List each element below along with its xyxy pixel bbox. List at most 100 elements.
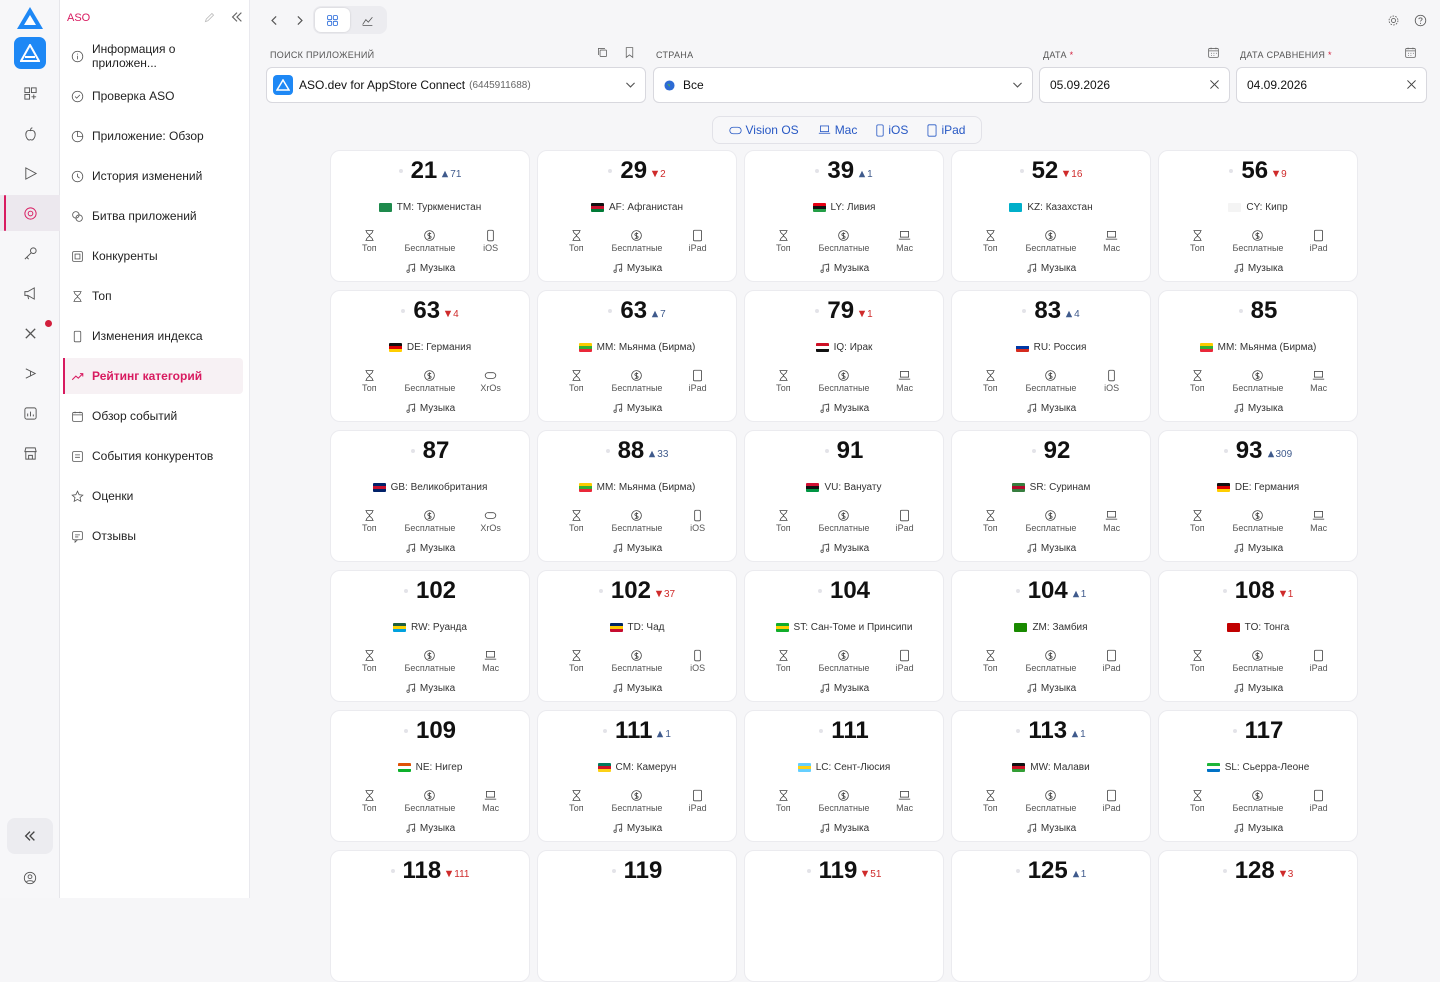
ranking-card[interactable]: 111 1 CM: Камерун Топ Бесплатные iPad Музы…: [537, 710, 737, 842]
xcode-icon[interactable]: [0, 355, 60, 391]
card-meta: Топ Бесплатные Mac: [952, 229, 1150, 253]
play-store-icon[interactable]: [0, 155, 60, 191]
ranking-card[interactable]: 118 111: [330, 850, 530, 982]
ranking-card[interactable]: 108 1 TO: Тонга Топ Бесплатные iPad Музыка: [1158, 570, 1358, 702]
ranking-card[interactable]: 93 309 DE: Германия Топ Бесплатные Mac Муз…: [1158, 430, 1358, 562]
arrow-down-icon: [444, 310, 452, 318]
ranking-card[interactable]: 91 VU: Вануату Топ Бесплатные iPad Музыка: [744, 430, 944, 562]
clear-compare-date-icon[interactable]: [1405, 78, 1418, 94]
ranking-card[interactable]: 109 NE: Нигер Топ Бесплатные Mac Музыка: [330, 710, 530, 842]
collapse-rail-button[interactable]: [7, 818, 53, 854]
ranking-card[interactable]: 63 4 DE: Германия Топ Бесплатные XrOs Музы…: [330, 290, 530, 422]
trend-icon: [71, 372, 84, 380]
ranking-card[interactable]: 111 LC: Сент-Люсия Топ Бесплатные Mac Муз…: [744, 710, 944, 842]
ranking-card[interactable]: 85 MM: Мьянма (Бирма) Топ Бесплатные Mac …: [1158, 290, 1358, 422]
bookmark-icon[interactable]: [623, 46, 636, 64]
back-button[interactable]: [264, 10, 284, 30]
app-select[interactable]: ASO.dev for AppStore Connect (6445911688…: [266, 67, 646, 103]
ranking-card[interactable]: 87 GB: Великобритания Топ Бесплатные XrOs…: [330, 430, 530, 562]
date-input[interactable]: 05.09.2026: [1039, 67, 1230, 103]
tablet-icon: [693, 229, 703, 242]
ranking-card[interactable]: 39 1 LY: Ливия Топ Бесплатные Mac Музыка: [744, 150, 944, 282]
country-label: ST: Сан-Томе и Принсипи: [745, 622, 943, 633]
compare-date-input[interactable]: 04.09.2026: [1236, 67, 1427, 103]
card-meta: Топ Бесплатные Mac: [1159, 509, 1357, 533]
sidebar-item[interactable]: Отзывы: [63, 518, 243, 554]
ranking-card[interactable]: 104 1 ZM: Замбия Топ Бесплатные iPad Музык…: [951, 570, 1151, 702]
ranking-card[interactable]: 113 1 MW: Малави Топ Бесплатные iPad Музык…: [951, 710, 1151, 842]
platform-visionos[interactable]: Vision OS: [728, 123, 799, 137]
country-label: GB: Великобритания: [331, 482, 529, 493]
ranking-card[interactable]: 56 9 CY: Кипр Топ Бесплатные iPad Музыка: [1158, 150, 1358, 282]
ranking-card[interactable]: 119: [537, 850, 737, 982]
ranking-card[interactable]: 52 16 KZ: Казахстан Топ Бесплатные Mac Муз…: [951, 150, 1151, 282]
edit-icon[interactable]: [203, 11, 216, 29]
store-icon[interactable]: [0, 435, 60, 471]
sidebar-item[interactable]: История изменений: [63, 158, 243, 194]
hourglass-icon: [73, 290, 82, 302]
ranking-card[interactable]: 102 RW: Руанда Топ Бесплатные Mac Музыка: [330, 570, 530, 702]
ranking-card[interactable]: 92 SR: Суринам Топ Бесплатные Mac Музыка: [951, 430, 1151, 562]
ranking-card[interactable]: 63 7 MM: Мьянма (Бирма) Топ Бесплатные iPa…: [537, 290, 737, 422]
ranking-card[interactable]: 102 37 TD: Чад Топ Бесплатные iOS Музыка: [537, 570, 737, 702]
grid-view-button[interactable]: [315, 8, 350, 32]
laptop-icon: [1312, 511, 1325, 520]
rank-change: 51: [861, 869, 881, 880]
calendar-icon[interactable]: [1207, 46, 1220, 64]
sidebar-item[interactable]: Изменения индекса: [63, 318, 243, 354]
sidebar-item[interactable]: Оценки: [63, 478, 243, 514]
rank-change: 7: [651, 309, 666, 320]
ranking-card[interactable]: 104 ST: Сан-Томе и Принсипи Топ Бесплатны…: [744, 570, 944, 702]
ranking-card[interactable]: 128 3: [1158, 850, 1358, 982]
aso-logo-icon[interactable]: [16, 6, 44, 30]
sidebar-item[interactable]: События конкурентов: [63, 438, 243, 474]
aso-target-icon[interactable]: [0, 195, 60, 231]
ranking-card[interactable]: 79 1 IQ: Ирак Топ Бесплатные Mac Музыка: [744, 290, 944, 422]
app-avatar-icon[interactable]: [14, 37, 46, 69]
apple-icon[interactable]: [0, 115, 60, 151]
sidebar-item[interactable]: Приложение: Обзор: [63, 118, 243, 154]
arrow-up-icon: [1072, 590, 1079, 598]
dashboard-icon[interactable]: [0, 75, 60, 111]
chart-free: Бесплатные: [607, 789, 667, 813]
chart-free: Бесплатные: [607, 649, 667, 673]
sidebar-item[interactable]: Конкуренты: [63, 238, 243, 274]
card-meta: Топ Бесплатные iPad: [1159, 789, 1357, 813]
dollar-icon: [424, 370, 436, 381]
ranking-card[interactable]: 125 1: [951, 850, 1151, 982]
collapse-sidebar-icon[interactable]: [230, 10, 244, 29]
forward-button[interactable]: [289, 10, 309, 30]
calendar-icon[interactable]: [1404, 46, 1417, 64]
clear-date-icon[interactable]: [1208, 78, 1221, 94]
megaphone-icon[interactable]: [0, 275, 60, 311]
ranking-card[interactable]: 117 SL: Сьерра-Леоне Топ Бесплатные iPad …: [1158, 710, 1358, 842]
analytics-icon[interactable]: [0, 395, 60, 431]
country-select[interactable]: Все: [653, 67, 1033, 103]
sidebar-item[interactable]: Проверка ASO: [63, 78, 243, 114]
sidebar-item[interactable]: Обзор событий: [63, 398, 243, 434]
ranking-card[interactable]: 29 2 AF: Афганистан Топ Бесплатные iPad Му…: [537, 150, 737, 282]
rank-value: 102: [415, 577, 457, 604]
chart-view-button[interactable]: [350, 8, 385, 32]
ranking-card[interactable]: 119 51: [744, 850, 944, 982]
chart-top: Топ: [546, 509, 606, 533]
platform-mac[interactable]: Mac: [818, 123, 857, 137]
key-icon[interactable]: [0, 235, 60, 271]
ranking-card[interactable]: 21 71 TM: Туркменистан Топ Бесплатные iOS …: [330, 150, 530, 282]
sidebar-item[interactable]: Битва приложений: [63, 198, 243, 234]
help-button[interactable]: [1410, 10, 1430, 30]
copy-icon[interactable]: [596, 46, 609, 64]
pie-chart-icon: [71, 130, 84, 142]
sidebar-item[interactable]: Информация о приложен...: [63, 38, 243, 74]
account-icon[interactable]: [0, 866, 60, 890]
sidebar-item[interactable]: Топ: [63, 278, 243, 314]
platform-ipad[interactable]: iPad: [927, 123, 965, 137]
ranking-card[interactable]: 83 4 RU: Россия Топ Бесплатные iOS Музыка: [951, 290, 1151, 422]
dollar-icon: [631, 790, 643, 801]
settings-button[interactable]: [1383, 10, 1403, 30]
sidebar-item[interactable]: Рейтинг категорий: [63, 358, 243, 394]
chart-top: Топ: [960, 789, 1020, 813]
platform-ios[interactable]: iOS: [876, 123, 908, 137]
ranking-card[interactable]: 88 33 MM: Мьянма (Бирма) Топ Бесплатные iO…: [537, 430, 737, 562]
hourglass-icon: [365, 370, 374, 381]
